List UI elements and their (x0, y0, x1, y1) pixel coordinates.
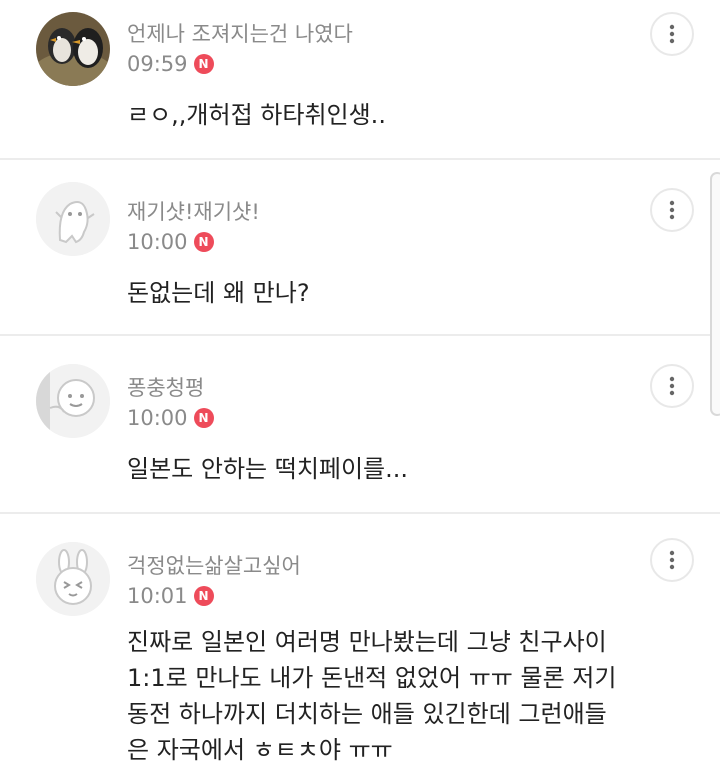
comment-item: 언제나 조져지는건 나였다 09:59 N ㄹㅇ,,개허접 하타취인생.. (0, 0, 720, 160)
comment-time: 10:01 (127, 584, 188, 608)
comment-meta: 10:00 N (127, 406, 214, 430)
more-button[interactable] (650, 364, 694, 408)
new-badge: N (193, 408, 214, 428)
comment-nickname[interactable]: 재기샷!재기샷! (127, 196, 260, 226)
new-badge: N (193, 232, 214, 252)
comment-time: 09:59 (127, 52, 188, 76)
more-button[interactable] (650, 538, 694, 582)
default-peeking-avatar (36, 364, 110, 438)
comment-text-line: 동전 하나까지 더치하는 애들 있긴한데 그런애들 (127, 700, 607, 728)
default-ghost-avatar (36, 182, 110, 256)
default-rabbit-avatar (36, 542, 110, 616)
comment-text-line: 1:1로 만나도 내가 돈낸적 없었어 ㅠㅠ 물론 저기 (127, 664, 617, 692)
more-button[interactable] (650, 12, 694, 56)
comment-text: 일본도 안하는 떡치페이를... (127, 455, 409, 483)
comment-text-line: 은 자국에서 ㅎㅌㅊ야 ㅠㅠ (127, 736, 393, 764)
avatar[interactable] (36, 542, 110, 616)
comment-nickname[interactable]: 걱정없는삶살고싶어 (127, 550, 301, 580)
more-vertical-icon (669, 200, 675, 220)
scrollbar[interactable] (710, 172, 720, 416)
comment-item: 퐁충청평 10:00 N 일본도 안하는 떡치페이를... (0, 336, 720, 514)
comment-item: 걱정없는삶살고싶어 10:01 N 진짜로 일본인 여러명 만나봤는데 그냥 친… (0, 514, 720, 780)
more-vertical-icon (669, 550, 675, 570)
comment-time: 10:00 (127, 406, 188, 430)
avatar[interactable] (36, 364, 110, 438)
comment-item: 재기샷!재기샷! 10:00 N 돈없는데 왜 만나? (0, 160, 720, 336)
comment-meta: 09:59 N (127, 52, 214, 76)
comment-text: 돈없는데 왜 만나? (127, 279, 310, 307)
avatar[interactable] (36, 12, 110, 86)
comment-time: 10:00 (127, 230, 188, 254)
comment-nickname[interactable]: 언제나 조져지는건 나였다 (127, 18, 353, 48)
new-badge: N (193, 54, 214, 74)
comment-meta: 10:00 N (127, 230, 214, 254)
comment-text: ㄹㅇ,,개허접 하타취인생.. (127, 101, 386, 129)
comment-nickname[interactable]: 퐁충청평 (127, 372, 204, 402)
comment-text-line: 진짜로 일본인 여러명 만나봤는데 그냥 친구사이 (127, 628, 607, 656)
new-badge: N (193, 586, 214, 606)
comment-text: 진짜로 일본인 여러명 만나봤는데 그냥 친구사이 1:1로 만나도 내가 돈낸… (127, 624, 687, 768)
comment-meta: 10:01 N (127, 584, 214, 608)
more-vertical-icon (669, 24, 675, 44)
more-vertical-icon (669, 376, 675, 396)
penguins-photo-avatar (36, 12, 110, 86)
more-button[interactable] (650, 188, 694, 232)
avatar[interactable] (36, 182, 110, 256)
